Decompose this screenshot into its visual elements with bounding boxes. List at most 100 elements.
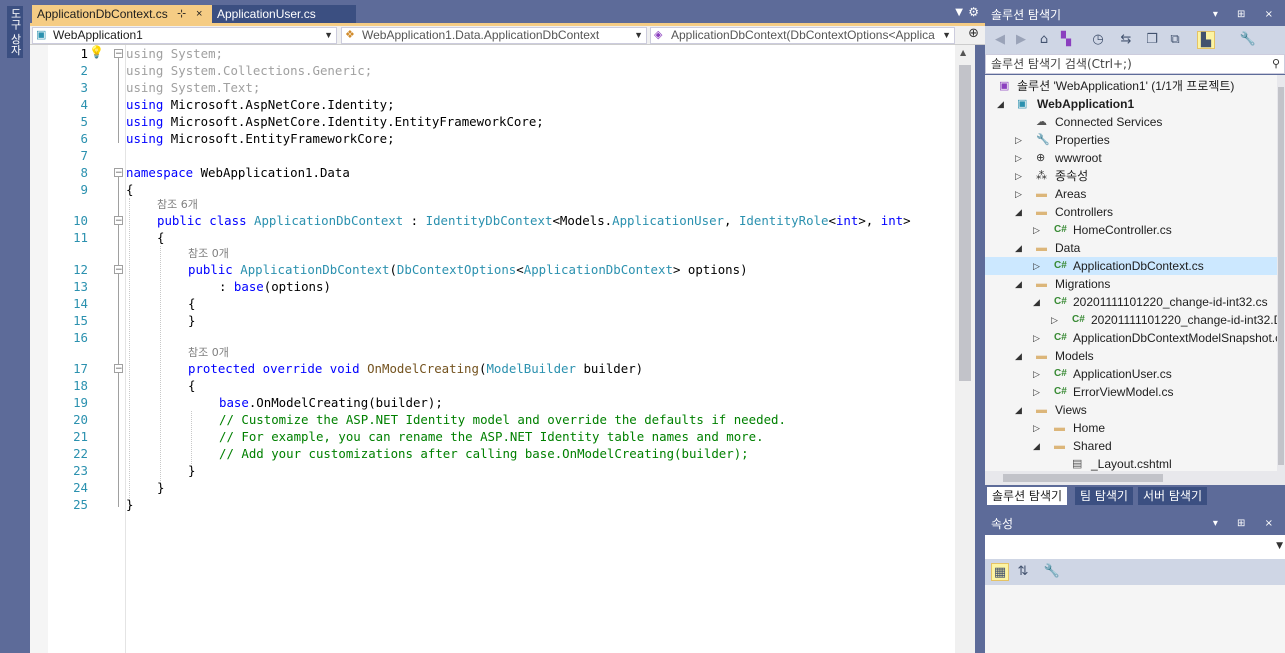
code-line: } [157, 480, 165, 495]
tree-horizontal-scrollbar[interactable] [985, 471, 1285, 485]
tree-node-solution[interactable]: ▣ 솔루션 'WebApplication1' (1/1개 프로젝트) [985, 77, 1277, 95]
line-number: 24 [73, 480, 88, 495]
tree-node-wwwroot[interactable]: ▷ ⊕ wwwroot [985, 149, 1277, 167]
lightbulb-icon[interactable]: 💡 [89, 45, 104, 59]
toolbox-tab[interactable]: 도구 상자 [7, 6, 23, 58]
code-line: protected override void OnModelCreating(… [188, 361, 644, 376]
tree-vertical-scrollbar[interactable] [1277, 75, 1285, 471]
line-number: 1 [80, 46, 88, 61]
collapse-icon[interactable]: − [114, 49, 123, 59]
collapse-icon[interactable]: ◢ [1015, 347, 1022, 365]
code-line: } [126, 497, 134, 512]
scroll-up-icon[interactable]: ▲ [960, 48, 966, 57]
gear-icon[interactable]: ⚙ [968, 5, 979, 19]
property-pages-icon[interactable]: 🔧 [1043, 563, 1061, 581]
project-dropdown[interactable]: ▣ WebApplication1 ▼ [32, 27, 337, 44]
tab-overflow-icon[interactable]: ▼ [955, 7, 963, 18]
collapse-icon[interactable]: ◢ [1033, 293, 1040, 311]
collapse-icon[interactable]: ❐ [1143, 31, 1161, 49]
back-icon[interactable]: ◀ [991, 31, 1009, 49]
code-lens-references[interactable]: 참조 0개 [188, 246, 229, 261]
expand-icon[interactable]: ▷ [1033, 383, 1040, 401]
tree-node-views[interactable]: ◢ ▬ Views [985, 401, 1277, 419]
collapse-icon[interactable]: − [114, 216, 123, 226]
tree-node-data[interactable]: ◢ ▬ Data [985, 239, 1277, 257]
tree-node-properties[interactable]: ▷ 🔧 Properties [985, 131, 1277, 149]
tree-node-controllers[interactable]: ◢ ▬ Controllers [985, 203, 1277, 221]
expand-icon[interactable]: ▷ [1033, 221, 1040, 239]
tree-node-layout[interactable]: ▤ _Layout.cshtml [985, 455, 1277, 471]
history-icon[interactable]: ◷ [1089, 31, 1107, 49]
member-dropdown[interactable]: ◈ ApplicationDbContext(DbContextOptions<… [650, 27, 955, 44]
tree-node-areas[interactable]: ▷ ▬ Areas [985, 185, 1277, 203]
line-number: 15 [73, 313, 88, 328]
tree-node-dependencies[interactable]: ▷ ⁂ 종속성 [985, 167, 1277, 185]
tab-team-explorer[interactable]: 팀 탐색기 [1075, 487, 1133, 505]
tree-node-migration-designer[interactable]: ▷C#20201111101220_change-id-int32.Design… [985, 311, 1277, 329]
line-number: 18 [73, 378, 88, 393]
tree-node-application-db-context[interactable]: ▷ C# ApplicationDbContext.cs [985, 257, 1277, 275]
collapse-icon[interactable]: ◢ [1015, 239, 1022, 257]
pane-splitter[interactable] [975, 45, 985, 653]
collapse-icon[interactable]: ◢ [1015, 203, 1022, 221]
tree-node-connected-services[interactable]: ☁ Connected Services [985, 113, 1277, 131]
tab-solution-explorer[interactable]: 솔루션 탐색기 [987, 487, 1068, 505]
tree-node-model-snapshot[interactable]: ▷ C# ApplicationDbContextModelSnapshot.cs [985, 329, 1277, 347]
collapse-icon[interactable]: ◢ [1015, 275, 1022, 293]
collapse-icon[interactable]: − [114, 265, 123, 275]
tree-node-home-folder[interactable]: ▷ ▬ Home [985, 419, 1277, 437]
collapse-icon[interactable]: ◢ [997, 95, 1004, 113]
tree-node-error-view-model[interactable]: ▷ C# ErrorViewModel.cs [985, 383, 1277, 401]
collapse-icon[interactable]: ◢ [1015, 401, 1022, 419]
tree-node-home-controller[interactable]: ▷ C# HomeController.cs [985, 221, 1277, 239]
search-icon[interactable]: ⚲ [1272, 55, 1280, 73]
code-editor[interactable]: 💡 1 2 3 4 5 6 7 8 9 10 11 12 13 14 15 16… [30, 45, 955, 653]
tree-node-project[interactable]: ◢ ▣ WebApplication1 [985, 95, 1277, 113]
collapse-icon[interactable]: − [114, 168, 123, 178]
tree-node-shared-folder[interactable]: ◢ ▬ Shared [985, 437, 1277, 455]
categorized-icon[interactable]: ▦ [991, 563, 1009, 581]
type-dropdown[interactable]: ❖ WebApplication1.Data.ApplicationDbCont… [341, 27, 647, 44]
scrollbar-thumb[interactable] [959, 65, 971, 381]
expand-icon[interactable]: ▷ [1033, 419, 1040, 437]
line-number: 5 [80, 114, 88, 129]
split-editor-icon[interactable]: ⊕ [968, 26, 979, 41]
panel-window-buttons[interactable]: ▾ ⊞ × [1213, 4, 1281, 26]
tab-application-user[interactable]: ApplicationUser.cs [212, 5, 356, 24]
wrench-icon[interactable]: 🔧 [1239, 31, 1257, 49]
expand-icon[interactable]: ▷ [1015, 167, 1022, 185]
close-icon[interactable]: × [196, 5, 202, 24]
forward-icon[interactable]: ▶ [1012, 31, 1030, 49]
solution-explorer-search[interactable]: 솔루션 탐색기 검색(Ctrl+;) ⚲ [985, 54, 1285, 74]
expand-icon[interactable]: ▷ [1015, 131, 1022, 149]
tree-node-migrations[interactable]: ◢ ▬ Migrations [985, 275, 1277, 293]
tree-node-application-user[interactable]: ▷ C# ApplicationUser.cs [985, 365, 1277, 383]
code-lens-references[interactable]: 참조 0개 [188, 345, 229, 360]
pin-icon[interactable]: ⊹ [177, 5, 186, 24]
expand-icon[interactable]: ▷ [1033, 257, 1040, 275]
tab-application-db-context[interactable]: ApplicationDbContext.cs ⊹ × [32, 5, 212, 24]
alphabetical-icon[interactable]: ⇅ [1014, 563, 1032, 581]
expand-icon[interactable]: ▷ [1051, 311, 1058, 329]
show-all-icon[interactable]: ▙ [1197, 31, 1215, 49]
tab-server-explorer[interactable]: 서버 탐색기 [1138, 487, 1208, 505]
expand-icon[interactable]: ▷ [1015, 149, 1022, 167]
expand-icon[interactable]: ▷ [1015, 185, 1022, 203]
scrollbar-thumb[interactable] [1003, 474, 1163, 482]
expand-icon[interactable]: ▷ [1033, 329, 1040, 347]
scrollbar-thumb[interactable] [1278, 87, 1284, 465]
collapse-icon[interactable]: − [114, 364, 123, 374]
vs-switch-icon[interactable]: ▚ [1057, 31, 1075, 49]
panel-window-buttons[interactable]: ▾ ⊞ × [1213, 513, 1281, 535]
copy-icon[interactable]: ⧉ [1166, 31, 1184, 49]
collapse-icon[interactable]: ◢ [1033, 437, 1040, 455]
properties-object-selector[interactable]: ▼ [985, 535, 1285, 559]
code-lens-references[interactable]: 참조 6개 [157, 197, 198, 212]
tree-node-models[interactable]: ◢ ▬ Models [985, 347, 1277, 365]
home-icon[interactable]: ⌂ [1035, 31, 1053, 49]
line-number: 23 [73, 463, 88, 478]
editor-vertical-scrollbar[interactable]: ▲ [955, 45, 975, 653]
tree-node-migration-file[interactable]: ◢ C# 20201111101220_change-id-int32.cs [985, 293, 1277, 311]
sync-icon[interactable]: ⇆ [1117, 31, 1135, 49]
expand-icon[interactable]: ▷ [1033, 365, 1040, 383]
